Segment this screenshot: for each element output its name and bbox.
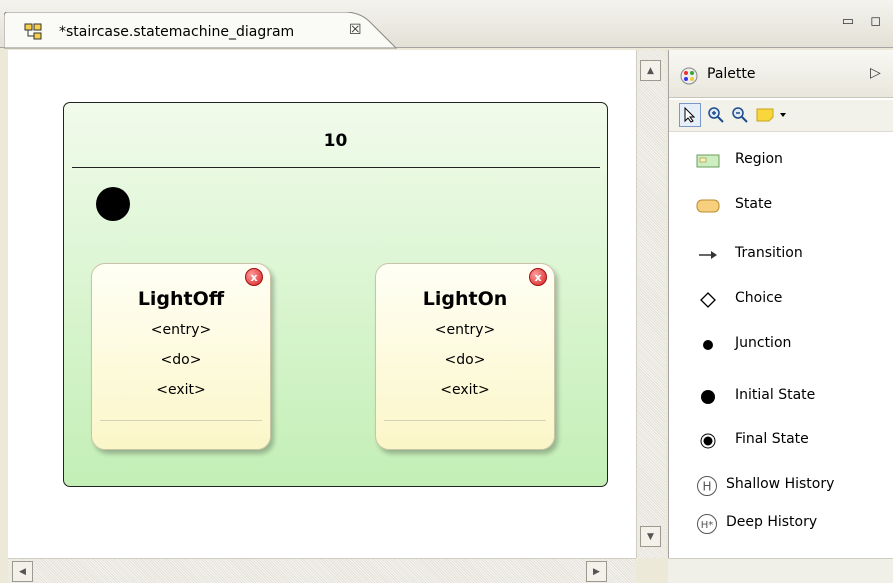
zoom-in-icon[interactable]	[705, 103, 727, 127]
initial-state-node[interactable]	[96, 187, 130, 221]
palette-item-choice[interactable]: Choice	[669, 287, 893, 315]
palette-item-region[interactable]: Region	[669, 148, 893, 176]
palette-panel: Palette ▷ Region State Transition Choice…	[668, 50, 893, 583]
palette-item-label: Shallow History	[726, 476, 835, 492]
window-controls[interactable]: ▭ ◻	[842, 14, 887, 29]
state-divider	[100, 420, 262, 421]
region[interactable]: 10 x LightOff <entry> <do> <exit> x Ligh…	[63, 102, 608, 487]
palette-item-label: Choice	[735, 290, 783, 306]
scroll-right-button[interactable]: ▶	[586, 561, 607, 582]
palette-collapse-icon[interactable]: ▷	[870, 65, 881, 81]
palette-item-label: Initial State	[735, 387, 816, 403]
state-icon	[696, 196, 720, 216]
svg-text:H*: H*	[701, 520, 714, 531]
state-name: LightOn	[422, 288, 508, 310]
palette-item-label: Region	[735, 151, 783, 167]
state-lightoff[interactable]: x LightOff <entry> <do> <exit>	[91, 263, 271, 450]
palette-toolbar	[669, 100, 893, 132]
palette-item-label: Junction	[735, 335, 792, 351]
scroll-left-button[interactable]: ◀	[12, 561, 33, 582]
palette-item-label: Transition	[735, 245, 803, 261]
transition-icon	[696, 245, 720, 265]
state-name: LightOff	[137, 288, 225, 310]
palette-title: Palette	[707, 66, 756, 82]
deep-history-icon: H*	[695, 514, 719, 534]
note-tool-icon[interactable]	[755, 103, 789, 127]
close-tab-icon[interactable]: ☒	[349, 22, 367, 38]
region-icon	[696, 151, 720, 171]
tab-title: *staircase.statemachine_diagram	[59, 24, 295, 40]
state-do-action[interactable]: <do>	[376, 352, 554, 368]
delete-state-icon[interactable]: x	[245, 268, 263, 286]
choice-icon	[696, 290, 720, 310]
select-tool-icon[interactable]	[679, 103, 701, 127]
region-divider	[72, 167, 600, 168]
editor-tab-bar: *staircase.statemachine_diagram ☒ ▭ ◻	[0, 0, 893, 49]
scroll-up-button[interactable]: ▲	[640, 60, 661, 81]
palette-item-label: State	[735, 196, 773, 212]
zoom-out-icon[interactable]	[729, 103, 751, 127]
palette-item-label: Deep History	[726, 514, 818, 530]
palette-item-deep-history[interactable]: H* Deep History	[669, 511, 893, 539]
delete-state-icon[interactable]: x	[529, 268, 547, 286]
scroll-down-button[interactable]: ▼	[640, 526, 661, 547]
palette-item-shallow-history[interactable]: H Shallow History	[669, 473, 893, 501]
palette-footer	[668, 558, 893, 583]
palette-item-state[interactable]: State	[669, 193, 893, 221]
horizontal-scrollbar[interactable]: ◀ ▶	[8, 558, 636, 583]
statemachine-diagram-icon	[24, 23, 42, 41]
editor-tab[interactable]: *staircase.statemachine_diagram ☒	[4, 12, 404, 49]
palette-item-transition[interactable]: Transition	[669, 242, 893, 270]
state-lighton[interactable]: x LightOn <entry> <do> <exit>	[375, 263, 555, 450]
final-state-icon	[696, 431, 720, 451]
state-entry-action[interactable]: <entry>	[376, 322, 554, 338]
palette-item-final-state[interactable]: Final State	[669, 428, 893, 456]
palette-item-junction[interactable]: Junction	[669, 332, 893, 360]
palette-item-label: Final State	[735, 431, 809, 447]
state-divider	[384, 420, 546, 421]
state-entry-action[interactable]: <entry>	[92, 322, 270, 338]
initial-state-icon	[696, 387, 720, 407]
palette-icon	[679, 66, 699, 86]
palette-item-initial-state[interactable]: Initial State	[669, 384, 893, 412]
palette-header[interactable]: Palette ▷	[669, 50, 893, 98]
region-title: 10	[323, 131, 348, 151]
state-exit-action[interactable]: <exit>	[92, 382, 270, 398]
junction-icon	[696, 335, 720, 355]
state-do-action[interactable]: <do>	[92, 352, 270, 368]
state-exit-action[interactable]: <exit>	[376, 382, 554, 398]
svg-text:H: H	[702, 480, 711, 494]
vertical-scrollbar[interactable]: ▲ ▼	[636, 50, 666, 558]
shallow-history-icon: H	[695, 476, 719, 496]
